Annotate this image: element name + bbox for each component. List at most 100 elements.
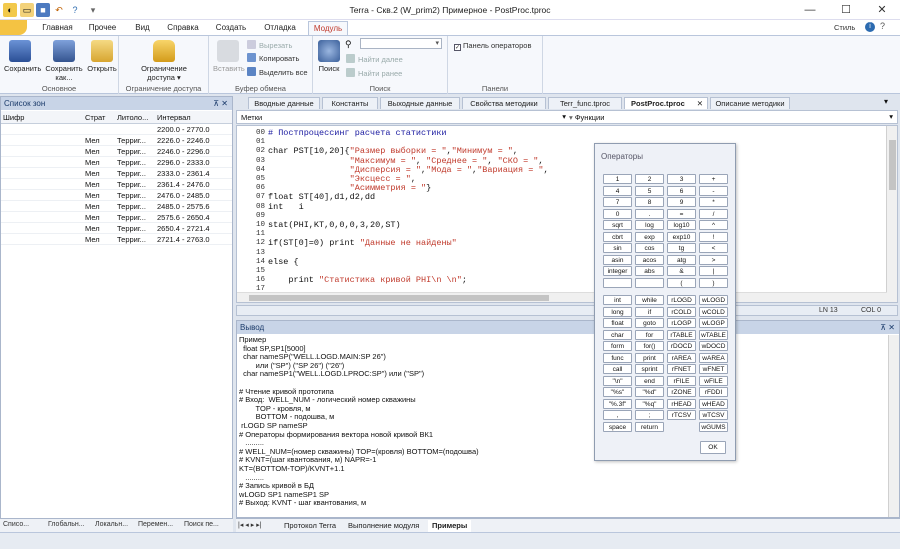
keyword-button[interactable]: int xyxy=(603,295,632,305)
find-next-button[interactable]: Найти далее xyxy=(346,54,403,66)
keyword-button[interactable]: , xyxy=(603,410,632,420)
info-icon[interactable]: i xyxy=(865,22,875,32)
keyword-button[interactable]: space xyxy=(603,421,632,432)
keyword-button[interactable]: wAREA xyxy=(699,352,728,363)
tab-terr-func[interactable]: Terr_func.tproc xyxy=(548,97,622,109)
tab-output-data[interactable]: Выходные данные xyxy=(380,97,460,109)
tab-method-description[interactable]: Описание методики xyxy=(710,97,790,109)
keyword-button[interactable]: end xyxy=(635,375,664,386)
operator-button[interactable]: / xyxy=(699,208,728,219)
keyword-button[interactable]: ; xyxy=(635,410,664,420)
keyword-button[interactable]: char xyxy=(603,329,632,340)
output-scrollbar[interactable] xyxy=(888,335,899,517)
operator-button[interactable]: atg xyxy=(667,254,696,265)
table-row[interactable]: ✓БС6МелТерриг...2575.6 - 2650.4 xyxy=(1,212,232,223)
keyword-button[interactable]: wLOGD xyxy=(699,295,728,305)
tab-view[interactable]: Вид xyxy=(130,21,155,35)
keyword-button[interactable]: while xyxy=(635,295,664,305)
keyword-button[interactable]: func xyxy=(603,352,632,363)
operator-button[interactable]: = xyxy=(667,208,696,219)
keyword-button[interactable]: print xyxy=(635,352,664,363)
tab-other[interactable]: Прочее xyxy=(85,21,120,35)
keyword-button[interactable]: rLOGP xyxy=(667,318,696,328)
col-lith[interactable]: Литоло... xyxy=(117,111,153,124)
tab-input-data[interactable]: Вводные данные xyxy=(248,97,320,109)
save-button[interactable]: Сохранить xyxy=(4,40,41,73)
tab-constants[interactable]: Константы xyxy=(322,97,378,109)
operator-button[interactable]: log xyxy=(635,220,664,230)
operator-button[interactable]: 4 xyxy=(603,185,632,196)
keyword-button[interactable]: rFILE xyxy=(667,375,696,386)
operator-button[interactable]: | xyxy=(699,266,728,276)
operator-button[interactable]: cos xyxy=(635,243,664,253)
pin-icon[interactable]: ⊼ ✕ xyxy=(213,97,228,110)
operator-button[interactable]: 3 xyxy=(667,174,696,184)
copy-button[interactable]: Копировать xyxy=(247,53,299,65)
editor-scrollbar[interactable] xyxy=(886,126,897,302)
keyword-button[interactable]: wTABLE xyxy=(699,329,728,340)
operator-button[interactable]: ! xyxy=(699,231,728,242)
table-row[interactable]: ✓AC10-12МелТерриг...2361.4 - 2476.0 xyxy=(1,179,232,190)
table-row[interactable]: ✓БС8МелТерриг...2650.4 - 2721.4 xyxy=(1,223,232,234)
keyword-button[interactable]: for xyxy=(635,329,664,340)
help-question-icon[interactable]: ? xyxy=(880,21,885,31)
tab-zone-list[interactable]: Списо... xyxy=(3,521,29,528)
operator-button[interactable]: sqrt xyxy=(603,220,632,230)
keyword-button[interactable]: rDOCD xyxy=(667,341,696,351)
table-row[interactable]: ✓AC5-6МелТерриг...2246.0 - 2296.0 xyxy=(1,146,232,157)
keyword-button[interactable]: wLOGP xyxy=(699,318,728,328)
operator-button[interactable]: 7 xyxy=(603,197,632,207)
cut-button[interactable]: Вырезать xyxy=(247,40,292,52)
tabs-menu-icon[interactable]: ▾ xyxy=(884,97,888,106)
operator-button[interactable] xyxy=(603,277,632,288)
operator-button[interactable]: * xyxy=(699,197,728,207)
keyword-button[interactable]: long xyxy=(603,306,632,317)
keyword-button[interactable]: wGUMS xyxy=(699,421,728,432)
search-input[interactable]: ▾ xyxy=(360,38,442,49)
keyword-button[interactable]: wCOLD xyxy=(699,306,728,317)
keyword-button[interactable]: float xyxy=(603,318,632,328)
marks-combo[interactable]: Метки ▾ xyxy=(241,112,566,122)
select-all-button[interactable]: Выделить все xyxy=(247,67,308,79)
operator-button[interactable]: . xyxy=(635,208,664,219)
operator-button[interactable]: 1 xyxy=(603,174,632,184)
operator-button[interactable]: tg xyxy=(667,243,696,253)
table-row[interactable]: ✓AC9МелТерриг...2333.0 - 2361.4 xyxy=(1,168,232,179)
operator-button[interactable]: & xyxy=(667,266,696,276)
table-row[interactable]: ✓БС1МелТерриг...2476.0 - 2485.0 xyxy=(1,190,232,201)
keyword-button[interactable]: rZONE xyxy=(667,387,696,397)
col-code[interactable]: Шифр xyxy=(3,111,82,124)
keyword-button[interactable]: "%q" xyxy=(635,398,664,409)
editor-hscrollbar[interactable] xyxy=(237,292,887,302)
operator-button[interactable]: acos xyxy=(635,254,664,265)
close-button[interactable]: ✕ xyxy=(864,0,900,20)
tab-postproc[interactable]: PostProc.tproc ✕ xyxy=(624,97,708,109)
keyword-button[interactable]: rTCSV xyxy=(667,410,696,420)
operator-button[interactable]: exp10 xyxy=(667,231,696,242)
tab-method-props[interactable]: Свойства методики xyxy=(462,97,546,109)
close-tab-icon[interactable]: ✕ xyxy=(697,98,703,109)
operator-button[interactable]: 6 xyxy=(667,185,696,196)
tab-module[interactable]: Модуль xyxy=(308,21,348,35)
keyword-button[interactable]: wFNET xyxy=(699,364,728,374)
restrict-access-button[interactable]: Ограничение доступа ▾ xyxy=(129,40,199,82)
operator-button[interactable]: sin xyxy=(603,243,632,253)
keyword-button[interactable]: "%d" xyxy=(635,387,664,397)
tab-help[interactable]: Справка xyxy=(163,21,203,35)
tab-global[interactable]: Глобальн... xyxy=(48,521,85,528)
app-menu-button[interactable] xyxy=(0,20,27,35)
operator-button[interactable]: cbrt xyxy=(603,231,632,242)
tab-debug[interactable]: Отладка xyxy=(260,21,300,35)
operator-button[interactable]: 2 xyxy=(635,174,664,184)
functions-combo[interactable]: ▾ Функции ▾ xyxy=(569,112,893,122)
operator-button[interactable]: ) xyxy=(699,277,728,288)
tab-create[interactable]: Создать xyxy=(212,21,250,35)
operator-button[interactable]: - xyxy=(699,185,728,196)
table-row[interactable]: ✓AC7-8МелТерриг...2296.0 - 2333.0 xyxy=(1,157,232,168)
operator-button[interactable]: 0 xyxy=(603,208,632,219)
operator-button[interactable]: > xyxy=(699,254,728,265)
ok-button[interactable]: OK xyxy=(700,441,726,454)
maximize-button[interactable]: ☐ xyxy=(828,0,864,20)
open-button[interactable]: Открыть xyxy=(87,40,117,73)
operator-button[interactable]: log10 xyxy=(667,220,696,230)
